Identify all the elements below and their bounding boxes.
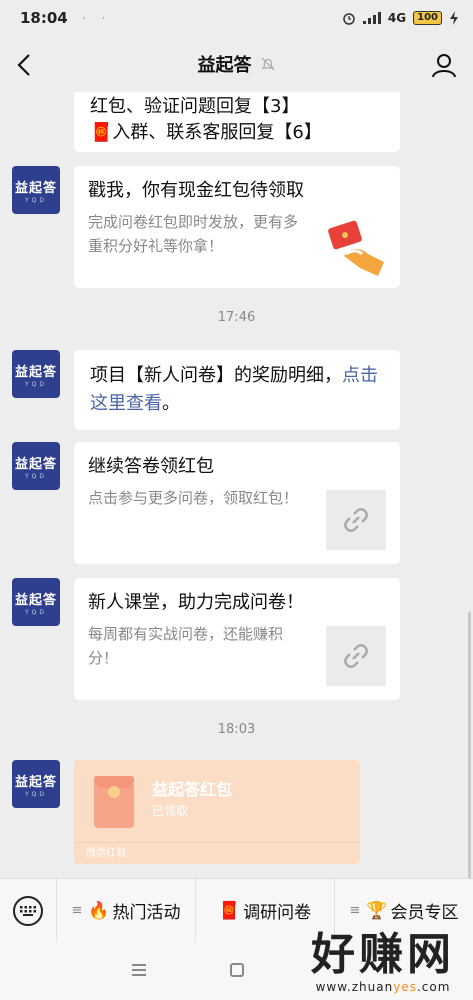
card-title: 继续答卷领红包: [88, 456, 214, 477]
red-envelope-emoji: 🧧: [90, 122, 113, 143]
avatar[interactable]: 益起答 YQD: [12, 350, 60, 398]
menu-item-label: 会员专区: [390, 903, 459, 923]
submenu-icon: ≡: [71, 903, 83, 918]
scrollbar[interactable]: [468, 612, 471, 878]
cash-card[interactable]: 戳我，你有现金红包待领取 完成问卷红包即时发放，更有多重积分好礼等你拿！: [74, 166, 400, 288]
red-packet-footer: 微信红包: [74, 842, 360, 864]
battery-icon: 100: [413, 11, 442, 25]
trophy-icon: 🏆: [366, 900, 388, 921]
avatar[interactable]: 益起答 YQD: [12, 760, 60, 808]
status-bar: 18:04 · · 4G 100: [0, 0, 473, 36]
keyboard-icon: [13, 895, 43, 926]
message-text: 入群、联系客服回复【6】: [112, 122, 322, 143]
menu-item-hot-activities[interactable]: ≡ 🔥 热门活动: [56, 878, 195, 943]
status-icons: 4G 100: [342, 11, 459, 25]
watermark: 好赚网 www.zhuanyes.com: [311, 929, 455, 995]
avatar[interactable]: 益起答 YQD: [12, 578, 60, 626]
list-item: 益起答 YQD 新人课堂，助力完成问卷！ 每周都有实战问卷，还能赚积分！: [12, 578, 402, 700]
chevron-left-icon[interactable]: [14, 52, 36, 78]
red-envelope-icon: [94, 776, 134, 828]
fire-icon: 🔥: [88, 900, 110, 921]
list-item: 益起答 YQD 益起答红包 已领取 微信红包: [12, 760, 402, 864]
card-description: 完成问卷红包即时发放，更有多重积分好礼等你拿！: [88, 213, 299, 255]
timestamp: 18:03: [217, 722, 256, 737]
message-bubble[interactable]: 项目【新人问卷】的奖励明细，点击这里查看。: [74, 350, 400, 430]
notification-dots: · ·: [81, 11, 112, 25]
home-icon[interactable]: [230, 963, 244, 977]
avatar[interactable]: 益起答 YQD: [12, 442, 60, 490]
link-icon: [326, 490, 386, 550]
red-packet-status: 已领取: [152, 804, 189, 818]
signal-icon: [362, 12, 381, 24]
red-envelope-icon: 🧧: [218, 900, 241, 921]
user-icon[interactable]: [431, 52, 457, 78]
message-list[interactable]: 红包、验证问题回复【3】 🧧入群、联系客服回复【6】 益起答 YQD 戳我，你有…: [0, 92, 473, 878]
red-packet-title: 益起答红包: [152, 780, 233, 799]
avatar[interactable]: 益起答 YQD: [12, 166, 60, 214]
bell-off-icon: [261, 57, 274, 71]
card-title: 戳我，你有现金红包待领取: [88, 180, 304, 201]
message-line: 红包、验证问题回复【3】: [90, 96, 300, 117]
clock: 18:04: [20, 9, 68, 27]
card-description: 每周都有实战问卷，还能赚积分！: [88, 625, 284, 667]
list-item: 红包、验证问题回复【3】 🧧入群、联系客服回复【6】: [12, 92, 402, 152]
card-title: 新人课堂，助力完成问卷！: [88, 592, 304, 613]
message-line: 🧧入群、联系客服回复【6】: [90, 120, 384, 146]
watermark-url: www.zhuanyes.com: [315, 980, 451, 994]
message-bubble[interactable]: 红包、验证问题回复【3】 🧧入群、联系客服回复【6】: [74, 92, 400, 152]
keyboard-button[interactable]: [0, 879, 56, 943]
watermark-logo: 好赚网: [311, 929, 455, 980]
network-type: 4G: [387, 11, 407, 25]
link-card[interactable]: 继续答卷领红包 点击参与更多问卷，领取红包！: [74, 442, 400, 564]
menu-item-label: 热门活动: [112, 903, 181, 923]
list-item: 益起答 YQD 继续答卷领红包 点击参与更多问卷，领取红包！: [12, 442, 402, 564]
alarm-icon: [343, 13, 355, 25]
system-nav-bar: 好赚网 www.zhuanyes.com: [0, 930, 473, 1000]
message-text: 项目【新人问卷】的奖励明细，: [90, 365, 342, 386]
timestamp: 17:46: [217, 310, 256, 325]
menu-item-label: 调研问卷: [243, 903, 312, 923]
chat-header: 益起答: [0, 36, 473, 92]
message-text: 。: [162, 393, 180, 414]
link-card[interactable]: 新人课堂，助力完成问卷！ 每周都有实战问卷，还能赚积分！: [74, 578, 400, 700]
submenu-icon: ≡: [349, 903, 361, 918]
chat-title: 益起答: [197, 55, 252, 76]
list-item: 益起答 YQD 项目【新人问卷】的奖励明细，点击这里查看。: [12, 350, 402, 430]
link-icon: [326, 626, 386, 686]
charging-icon: [450, 11, 458, 25]
red-envelope-hand-icon: [328, 220, 384, 276]
recent-apps-icon[interactable]: [132, 964, 146, 976]
red-packet-message[interactable]: 益起答红包 已领取 微信红包: [74, 760, 360, 864]
list-item: 益起答 YQD 戳我，你有现金红包待领取 完成问卷红包即时发放，更有多重积分好礼…: [12, 166, 402, 288]
card-description: 点击参与更多问卷，领取红包！: [88, 489, 299, 507]
